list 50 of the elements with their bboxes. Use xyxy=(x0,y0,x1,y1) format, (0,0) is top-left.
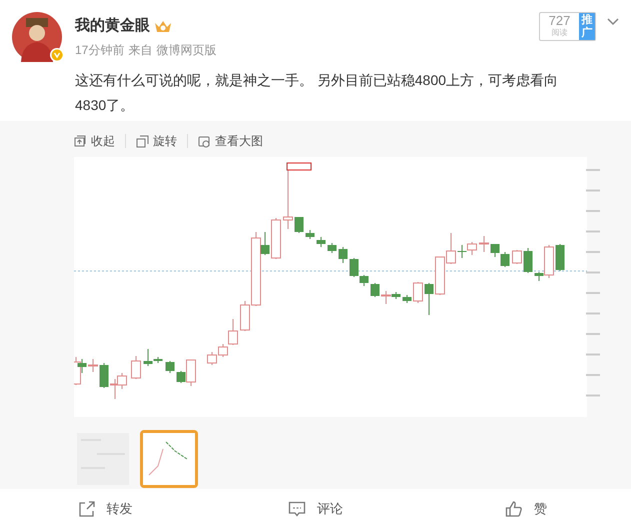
candle xyxy=(166,360,174,374)
candle xyxy=(402,294,412,304)
candle xyxy=(117,372,127,390)
toolbar-button[interactable]: 查看大图 xyxy=(198,132,263,150)
high-price-marker xyxy=(286,162,312,170)
candle xyxy=(556,244,564,272)
candle xyxy=(424,282,434,316)
candle xyxy=(306,230,314,240)
candle xyxy=(131,356,141,380)
chevron-down-icon xyxy=(607,18,619,26)
action-button[interactable]: 赞 xyxy=(504,499,547,519)
image-thumbnail[interactable] xyxy=(140,430,198,488)
post-text: 这还有什么可说的呢，就是神之一手。 另外目前已站稳4800上方，可考虑看向4830了。 xyxy=(75,71,560,115)
collapse-icon xyxy=(74,134,87,148)
candle xyxy=(413,282,423,304)
toolbar-button[interactable]: 收起 xyxy=(74,132,115,150)
candle xyxy=(512,250,522,264)
candle xyxy=(100,362,108,388)
read-count: 727 xyxy=(548,15,570,27)
rotate-icon xyxy=(136,134,149,148)
crown-icon xyxy=(154,19,172,33)
toolbar-button[interactable]: 旋转 xyxy=(136,132,177,150)
action-button[interactable]: 评论 xyxy=(288,499,343,519)
candle xyxy=(435,256,445,296)
candle xyxy=(207,352,217,366)
candle xyxy=(370,282,380,298)
avatar xyxy=(12,12,62,62)
verified-badge-icon xyxy=(50,48,64,62)
candle xyxy=(271,218,281,260)
magnify-image-icon xyxy=(198,134,211,148)
candle xyxy=(467,242,477,256)
candle xyxy=(328,242,336,254)
candle xyxy=(479,236,489,252)
action-button[interactable]: 转发 xyxy=(78,499,133,519)
candle xyxy=(316,236,326,248)
candle xyxy=(88,358,98,372)
thumbs-up-icon xyxy=(504,500,523,518)
candle xyxy=(294,216,304,234)
candle xyxy=(338,246,348,264)
image-thumbnail[interactable] xyxy=(74,430,132,488)
comment-icon xyxy=(288,500,306,518)
candle xyxy=(458,244,466,258)
candle xyxy=(500,252,510,268)
candle xyxy=(490,244,500,258)
author-name[interactable]: 我的黄金眼 xyxy=(75,17,150,35)
source-label: 来自 xyxy=(128,42,152,59)
read-label: 阅读 xyxy=(552,27,568,39)
candle xyxy=(524,248,532,274)
share-icon xyxy=(78,500,96,518)
candle xyxy=(446,232,456,264)
